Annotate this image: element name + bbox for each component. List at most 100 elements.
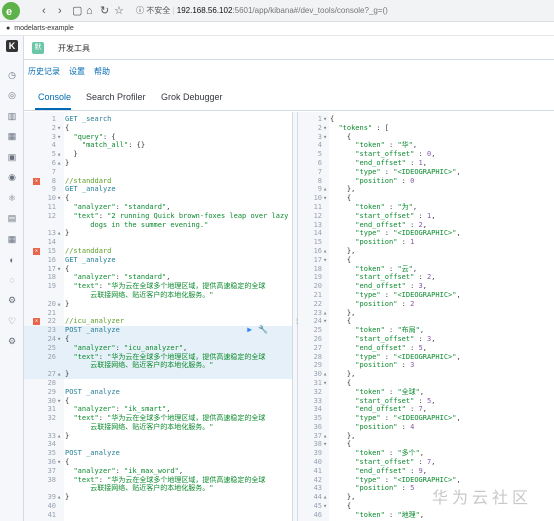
code-text: "token" : "地理", xyxy=(330,511,424,520)
code-token: : xyxy=(380,229,394,238)
code-line: 34 xyxy=(24,440,292,449)
fold-toggle-icon[interactable]: ▾ xyxy=(57,265,63,274)
maps-icon[interactable]: ◉ xyxy=(6,172,18,184)
line-number: 38 xyxy=(47,475,56,484)
address-bar[interactable]: ⓘ 不安全 | 192.168.56.102:5601/app/kibana#/… xyxy=(136,4,388,18)
error-marker-icon[interactable]: ✕ xyxy=(33,247,40,255)
fold-toggle-icon[interactable]: ▴ xyxy=(57,159,63,168)
logs-icon[interactable]: ▦ xyxy=(6,233,18,245)
fold-toggle-icon[interactable]: ▾ xyxy=(323,440,329,449)
error-marker-icon[interactable]: ✕ xyxy=(33,318,40,326)
play-icon[interactable]: ▶ xyxy=(247,325,252,335)
history-link[interactable]: 历史记录 xyxy=(28,66,60,77)
forward-icon[interactable]: › xyxy=(58,4,62,18)
code-token: , xyxy=(422,158,427,167)
fold-toggle-icon[interactable]: ▾ xyxy=(57,194,63,203)
discover-icon[interactable]: ◎ xyxy=(6,90,18,102)
fold-toggle-icon[interactable]: ▾ xyxy=(323,317,329,326)
fold-toggle-icon[interactable]: ▾ xyxy=(323,115,329,124)
code-line: 8 ✕ //standdard xyxy=(24,177,292,186)
code-text: } xyxy=(65,370,69,379)
line-number: 13 xyxy=(313,220,322,229)
wrench-icon[interactable]: 🔧 xyxy=(258,325,268,335)
code-token: "2 running Quick brown-foxes leap over l… xyxy=(107,211,289,220)
fold-toggle-icon[interactable]: ▾ xyxy=(323,194,329,203)
tab-console[interactable]: Console xyxy=(38,92,71,102)
fold-toggle-icon[interactable]: ▾ xyxy=(323,124,329,133)
code-text: }, xyxy=(330,309,355,318)
home-icon[interactable]: ⌂ xyxy=(86,4,93,18)
bookmark-item[interactable]: modelarts-example xyxy=(14,25,74,32)
app-badge[interactable]: 默 xyxy=(32,42,44,54)
fold-toggle-icon[interactable]: ▴ xyxy=(57,150,63,159)
fold-toggle-icon[interactable]: ▴ xyxy=(57,493,63,502)
infra-icon[interactable]: ▤ xyxy=(6,213,18,225)
reload-icon[interactable]: ↻ xyxy=(100,4,109,18)
code-token: "type" xyxy=(355,290,381,299)
code-token: "analyzer" xyxy=(73,405,116,414)
clock-icon[interactable]: ◷ xyxy=(6,69,18,81)
fold-toggle-icon[interactable]: ▾ xyxy=(57,133,63,142)
apm-icon[interactable]: ◐ xyxy=(6,254,18,266)
code-token: , xyxy=(456,290,461,299)
line-number: 35 xyxy=(47,449,56,458)
fold-toggle-icon[interactable]: ▾ xyxy=(57,458,63,467)
kibana-logo-icon[interactable]: K xyxy=(6,40,18,52)
info-icon: ⓘ xyxy=(136,6,144,15)
ml-icon[interactable]: ⚛ xyxy=(6,192,18,204)
dashboard-icon[interactable]: ▦ xyxy=(6,131,18,143)
line-number: 33 xyxy=(313,396,322,405)
tab-list-icon[interactable]: ▢ xyxy=(72,4,82,18)
fold-toggle-icon[interactable]: ▴ xyxy=(323,432,329,441)
monitoring-icon[interactable]: ♡ xyxy=(6,315,18,327)
fold-toggle-icon[interactable]: ▾ xyxy=(57,335,63,344)
help-link[interactable]: 帮助 xyxy=(94,66,110,77)
fold-toggle-icon[interactable]: ▾ xyxy=(323,502,329,511)
code-token: GET xyxy=(65,185,78,194)
settings-link[interactable]: 设置 xyxy=(69,66,85,77)
star-icon[interactable]: ☆ xyxy=(114,4,124,18)
back-icon[interactable]: ‹ xyxy=(42,4,46,18)
fold-toggle-icon[interactable]: ▴ xyxy=(57,300,63,309)
visualize-icon[interactable]: ▥ xyxy=(6,110,18,122)
fold-toggle-icon[interactable]: ▾ xyxy=(57,397,63,406)
tab-search-profiler[interactable]: Search Profiler xyxy=(86,92,146,102)
code-token: 云联接网络、贴近客户的本地化服务。" xyxy=(65,361,214,370)
fold-toggle-icon[interactable]: ▴ xyxy=(57,370,63,379)
code-text: "text": "华为云在全球多个地理区域，提供高速稳定的全球 xyxy=(65,353,265,362)
management-icon[interactable]: ⚙ xyxy=(6,336,18,348)
code-line: 14 xyxy=(24,238,292,247)
fold-toggle-icon[interactable]: ▾ xyxy=(323,256,329,265)
fold-toggle-icon[interactable]: ▾ xyxy=(323,379,329,388)
fold-toggle-icon[interactable]: ▴ xyxy=(323,370,329,379)
code-text: //standdard xyxy=(65,247,111,256)
code-line: 18 "token" : "云", xyxy=(298,265,554,274)
fold-toggle-icon[interactable]: ▴ xyxy=(57,432,63,441)
code-line: 32 "token" : "全球", xyxy=(298,388,554,397)
canvas-icon[interactable]: ▣ xyxy=(6,151,18,163)
code-token: , xyxy=(412,141,418,150)
code-token: : xyxy=(380,352,394,361)
code-text: }, xyxy=(330,247,355,256)
code-token: GET xyxy=(65,255,78,264)
fold-toggle-icon[interactable]: ▴ xyxy=(323,185,329,194)
uptime-icon[interactable]: ◌ xyxy=(6,274,18,286)
fold-toggle-icon[interactable]: ▴ xyxy=(57,229,63,238)
code-token: "华为云在全球多个地理区域，提供高速稳定的全球 xyxy=(107,352,266,361)
fold-toggle-icon[interactable]: ▴ xyxy=(323,309,329,318)
code-token: }, xyxy=(330,308,356,317)
request-editor[interactable]: 1 GET _search 2 ▾{3 ▾ "query": {4 "match_all… xyxy=(24,112,292,521)
fold-toggle-icon[interactable]: ▴ xyxy=(323,493,329,502)
fold-toggle-icon[interactable]: ▾ xyxy=(323,133,329,142)
line-number: 12 xyxy=(313,211,322,220)
fold-toggle-icon[interactable]: ▴ xyxy=(323,247,329,256)
devtools-icon[interactable]: ⚙ xyxy=(6,295,18,307)
code-token: "text" xyxy=(73,211,99,220)
tab-grok-debugger[interactable]: Grok Debugger xyxy=(161,92,223,102)
code-text: "token" : "全球", xyxy=(330,388,424,397)
error-marker-icon[interactable]: ✕ xyxy=(33,177,40,185)
code-token: "position" xyxy=(355,176,398,185)
fold-toggle-icon[interactable]: ▾ xyxy=(57,124,63,133)
